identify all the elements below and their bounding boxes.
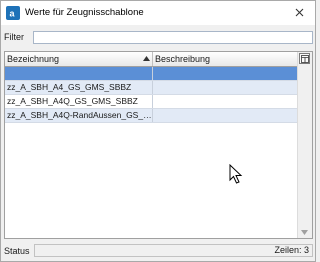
filter-input[interactable] <box>33 31 313 44</box>
scroll-down-arrow-icon[interactable] <box>301 230 308 235</box>
dialog-window: a Werte für Zeugnisschablone Filter Beze… <box>0 0 316 262</box>
table-row[interactable] <box>5 67 298 81</box>
table-cell-bezeichnung: zz_A_SBH_A4Q-RandAussen_GS_GMS_SBBZ <box>5 109 153 122</box>
window-title: Werte für Zeugnisschablone <box>25 7 144 18</box>
row-count: Zeilen: 3 <box>274 245 309 255</box>
column-header-beschreibung[interactable]: Beschreibung <box>153 52 298 66</box>
filter-label: Filter <box>4 32 24 42</box>
app-logo-icon: a <box>6 6 20 20</box>
table-cell-beschreibung <box>153 95 298 108</box>
table-body: zz_A_SBH_A4_GS_GMS_SBBZ zz_A_SBH_A4Q_GS_… <box>5 67 298 123</box>
table-row[interactable]: zz_A_SBH_A4Q-RandAussen_GS_GMS_SBBZ <box>5 109 298 123</box>
table-cell-beschreibung <box>153 67 298 80</box>
column-header-label: Bezeichnung <box>7 54 60 64</box>
table-cell-bezeichnung: zz_A_SBH_A4Q_GS_GMS_SBBZ <box>5 95 153 108</box>
title-bar: a Werte für Zeugnisschablone <box>1 1 315 25</box>
status-field: Zeilen: 3 <box>34 244 313 257</box>
table-row[interactable]: zz_A_SBH_A4_GS_GMS_SBBZ <box>5 81 298 95</box>
vertical-scrollbar[interactable] <box>297 52 312 238</box>
table-cell-beschreibung <box>153 81 298 94</box>
column-header-label: Beschreibung <box>155 54 211 64</box>
column-header-bezeichnung[interactable]: Bezeichnung <box>5 52 153 66</box>
values-table: Bezeichnung Beschreibung zz_A_SBH_A4_GS_… <box>4 51 313 239</box>
close-icon <box>295 8 303 16</box>
table-cell-bezeichnung: zz_A_SBH_A4_GS_GMS_SBBZ <box>5 81 153 94</box>
table-cell-bezeichnung <box>5 67 153 80</box>
column-chooser-button[interactable] <box>299 53 310 64</box>
mouse-pointer-icon <box>229 164 243 184</box>
sort-ascending-icon <box>143 56 150 61</box>
table-header: Bezeichnung Beschreibung <box>5 52 298 67</box>
table-cell-beschreibung <box>153 109 298 122</box>
table-row[interactable]: zz_A_SBH_A4Q_GS_GMS_SBBZ <box>5 95 298 109</box>
close-button[interactable] <box>291 4 307 20</box>
column-chooser-icon <box>300 54 309 63</box>
svg-text:a: a <box>10 9 16 19</box>
status-label: Status <box>4 246 30 256</box>
